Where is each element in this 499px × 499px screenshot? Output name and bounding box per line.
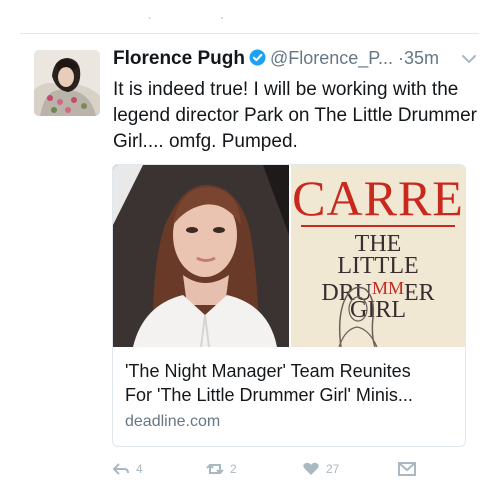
author-avatar[interactable]: [34, 50, 100, 116]
retweet-icon: [206, 463, 224, 475]
author-handle[interactable]: @Florence_P...: [270, 48, 393, 68]
tweet-timestamp[interactable]: 35m: [404, 48, 439, 68]
verified-badge-icon: [249, 49, 266, 66]
tweet-divider: [20, 33, 479, 34]
reply-button[interactable]: 4: [112, 462, 143, 476]
like-icon: [303, 462, 319, 475]
tweet-header: Florence Pugh @Florence_P... ·35m: [113, 48, 483, 76]
retweet-count: 2: [230, 462, 237, 476]
book-illustration: [338, 286, 378, 347]
book-title-line: THE: [354, 231, 402, 257]
card-title[interactable]: 'The Night Manager' Team Reunites For 'T…: [125, 359, 455, 407]
book-title-line: LITTLE: [337, 253, 419, 279]
card-book-cover: CARRE THE LITTLE DRUMMER GIRL: [291, 165, 465, 347]
retweet-button[interactable]: 2: [206, 462, 237, 476]
card-title-line: 'The Night Manager' Team Reunites: [125, 361, 411, 381]
reply-icon: [112, 463, 129, 475]
dm-icon: [398, 462, 416, 476]
card-domain[interactable]: deadline.com: [125, 413, 220, 431]
previous-retweet-mark: ˏ: [220, 8, 224, 20]
author-name[interactable]: Florence Pugh: [113, 48, 245, 69]
book-author: CARRE: [292, 170, 464, 226]
card-title-line: For 'The Little Drummer Girl' Minis...: [125, 385, 413, 405]
book-divider-line: [301, 225, 455, 227]
tweet-actions: 4 2 27: [112, 462, 422, 480]
previous-tweet-actions: ˎ ˏ: [118, 8, 418, 24]
card-photo: [113, 165, 289, 347]
avatar-image: [34, 50, 100, 116]
previous-reply-mark: ˎ: [148, 8, 152, 20]
tweet-text: It is indeed true! I will be working wit…: [113, 79, 477, 152]
like-count: 27: [326, 462, 340, 476]
chevron-down-icon[interactable]: [461, 52, 477, 66]
reply-count: 4: [136, 462, 143, 476]
link-card[interactable]: CARRE THE LITTLE DRUMMER GIRL 'The Night…: [112, 164, 466, 447]
direct-message-button[interactable]: [398, 462, 422, 476]
like-button[interactable]: 27: [302, 462, 339, 476]
